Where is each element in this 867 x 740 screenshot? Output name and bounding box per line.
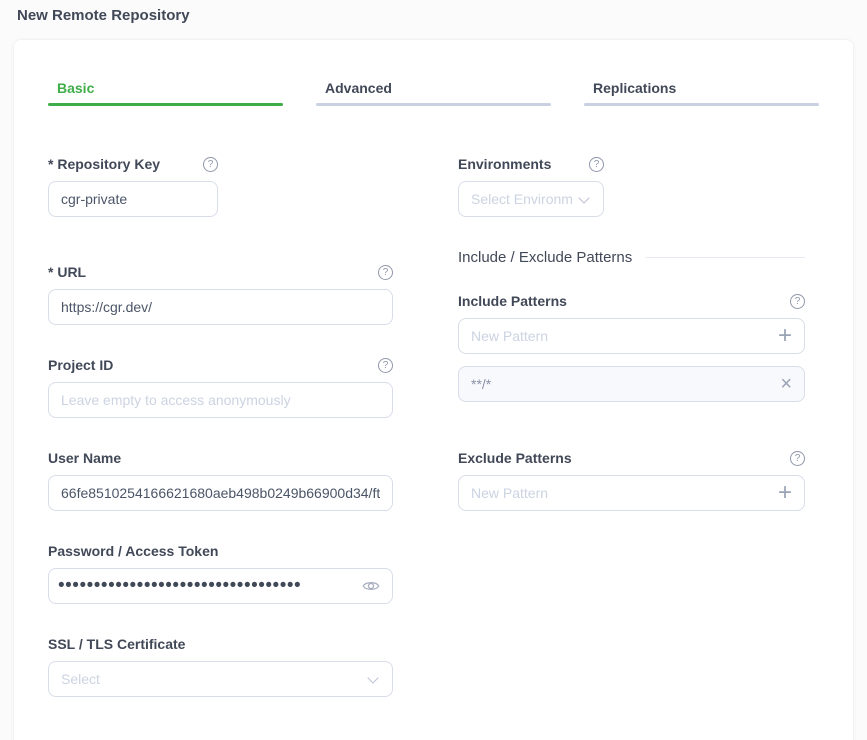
help-icon[interactable]: ? <box>203 157 218 172</box>
chevron-down-icon <box>367 672 378 683</box>
tab-basic[interactable]: Basic <box>48 80 283 106</box>
password-field-box[interactable]: •••••••••••••••••••••••••••••••••• <box>48 568 393 604</box>
url-input[interactable] <box>61 299 380 315</box>
tab-advanced-underline <box>316 103 551 106</box>
help-icon[interactable]: ? <box>589 157 604 172</box>
ssl-certificate-select[interactable]: Select <box>48 661 393 697</box>
patterns-section-title: Include / Exclude Patterns <box>458 249 632 266</box>
password-label: Password / Access Token <box>48 543 218 559</box>
ssl-certificate-placeholder: Select <box>61 671 361 687</box>
url-field-box <box>48 289 393 325</box>
include-pattern-value: **/* <box>471 376 772 392</box>
user-name-field-box <box>48 475 393 511</box>
tab-advanced-label: Advanced <box>316 80 551 96</box>
repository-key-input[interactable] <box>61 191 205 207</box>
include-patterns-label: Include Patterns <box>458 293 567 309</box>
exclude-patterns-group: Exclude Patterns ? + <box>458 450 805 511</box>
ssl-certificate-group: SSL / TLS Certificate Select <box>48 636 393 697</box>
tab-replications[interactable]: Replications <box>584 80 819 106</box>
password-masked-value: •••••••••••••••••••••••••••••••••• <box>58 568 354 604</box>
include-pattern-item: **/* × <box>458 366 805 402</box>
include-pattern-input[interactable] <box>471 328 770 344</box>
tab-advanced[interactable]: Advanced <box>316 80 551 106</box>
form-grid: * Repository Key ? * URL ? <box>48 156 819 729</box>
repository-key-group: * Repository Key ? <box>48 156 393 217</box>
repository-key-label-row: * Repository Key ? <box>48 156 218 172</box>
exclude-pattern-field-box: + <box>458 475 805 511</box>
help-icon[interactable]: ? <box>790 451 805 466</box>
project-id-label-row: Project ID ? <box>48 357 393 373</box>
form-column-right: Environments ? Select Environments Inclu… <box>458 156 805 729</box>
add-pattern-icon[interactable]: + <box>778 326 792 346</box>
user-name-group: User Name <box>48 450 393 511</box>
user-name-input[interactable] <box>61 485 380 501</box>
exclude-patterns-label-row: Exclude Patterns ? <box>458 450 805 466</box>
url-label: * URL <box>48 264 86 280</box>
ssl-certificate-label: SSL / TLS Certificate <box>48 636 185 652</box>
eye-icon[interactable] <box>362 579 380 593</box>
add-pattern-icon[interactable]: + <box>778 483 792 503</box>
project-id-input[interactable] <box>61 392 380 408</box>
repository-key-field-box <box>48 181 218 217</box>
environments-label: Environments <box>458 156 551 172</box>
environments-label-row: Environments ? <box>458 156 604 172</box>
project-id-field-box <box>48 382 393 418</box>
section-divider <box>646 257 805 258</box>
include-patterns-group: Include Patterns ? + **/* × <box>458 293 805 402</box>
ssl-certificate-label-row: SSL / TLS Certificate <box>48 636 393 652</box>
include-pattern-field-box: + <box>458 318 805 354</box>
url-group: * URL ? <box>48 264 393 325</box>
project-id-label: Project ID <box>48 357 113 373</box>
exclude-patterns-label: Exclude Patterns <box>458 450 572 466</box>
exclude-pattern-input[interactable] <box>471 485 770 501</box>
url-label-row: * URL ? <box>48 264 393 280</box>
user-name-label: User Name <box>48 450 121 466</box>
include-patterns-label-row: Include Patterns ? <box>458 293 805 309</box>
help-icon[interactable]: ? <box>378 265 393 280</box>
project-id-group: Project ID ? <box>48 357 393 418</box>
password-label-row: Password / Access Token <box>48 543 393 559</box>
password-group: Password / Access Token ••••••••••••••••… <box>48 543 393 604</box>
form-column-left: * Repository Key ? * URL ? <box>48 156 393 729</box>
tab-bar: Basic Advanced Replications <box>48 80 819 106</box>
tab-replications-label: Replications <box>584 80 819 96</box>
tab-basic-underline <box>48 103 283 106</box>
chevron-down-icon <box>578 192 589 203</box>
repository-config-card: Basic Advanced Replications * Repository… <box>13 39 854 740</box>
page: New Remote Repository Basic Advanced Rep… <box>0 0 867 740</box>
environments-select[interactable]: Select Environments <box>458 181 604 217</box>
page-title: New Remote Repository <box>17 7 854 24</box>
user-name-label-row: User Name <box>48 450 393 466</box>
help-icon[interactable]: ? <box>790 294 805 309</box>
tab-basic-label: Basic <box>48 80 283 96</box>
help-icon[interactable]: ? <box>378 358 393 373</box>
tab-replications-underline <box>584 103 819 106</box>
repository-key-label: * Repository Key <box>48 156 160 172</box>
environments-placeholder: Select Environments <box>471 191 572 207</box>
patterns-section-heading-row: Include / Exclude Patterns <box>458 249 805 266</box>
environments-group: Environments ? Select Environments <box>458 156 805 217</box>
remove-pattern-icon[interactable]: × <box>780 375 792 393</box>
